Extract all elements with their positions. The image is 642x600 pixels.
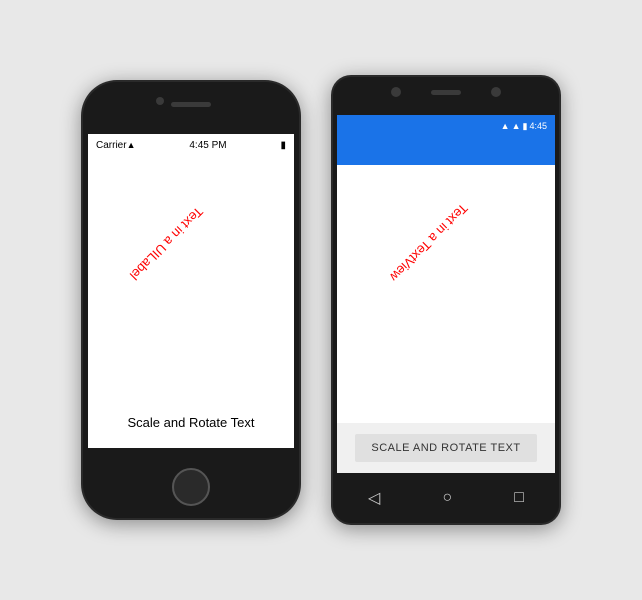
- android-time: 4:45: [529, 121, 547, 131]
- battery-indicator: ▮: [280, 140, 286, 151]
- android-button-area: SCALE AND ROTATE TEXT: [337, 423, 555, 473]
- android-top-area: [333, 87, 559, 97]
- android-content: Text in a TextView: [337, 165, 555, 423]
- ios-bottom-label: Scale and Rotate Text: [88, 415, 294, 430]
- android-rotated-text: Text in a TextView: [387, 201, 471, 285]
- android-screen: ▲ ▲ ▮ 4:45 Text in a TextView SCALE AND …: [337, 115, 555, 473]
- android-nav-bar: ◁ ○ □: [337, 473, 555, 523]
- android-speaker: [431, 90, 461, 95]
- scale-rotate-button[interactable]: SCALE AND ROTATE TEXT: [355, 434, 536, 462]
- battery-icon: ▮: [523, 121, 528, 132]
- iphone-device: Carrier ▲ 4:45 PM ▮ Text in a UILabel Sc…: [81, 80, 301, 520]
- iphone-screen: Text in a UILabel Scale and Rotate Text: [88, 156, 294, 448]
- recents-button[interactable]: □: [514, 489, 524, 507]
- android-status-bar: ▲ ▲ ▮ 4:45: [337, 115, 555, 137]
- back-button[interactable]: ◁: [368, 488, 380, 508]
- android-camera: [391, 87, 401, 97]
- android-action-bar: [337, 137, 555, 165]
- signal-icon: ▲: [512, 121, 521, 131]
- carrier-label: Carrier: [96, 140, 127, 151]
- ios-rotated-text: Text in a UILabel: [127, 204, 206, 283]
- wifi-icon: ▲: [501, 121, 510, 131]
- android-sensor: [491, 87, 501, 97]
- home-button[interactable]: ○: [442, 489, 452, 507]
- android-device: ▲ ▲ ▮ 4:45 Text in a TextView SCALE AND …: [331, 75, 561, 525]
- iphone-speaker: [171, 102, 211, 107]
- iphone-home-button[interactable]: [172, 468, 210, 506]
- iphone-status-bar: Carrier ▲ 4:45 PM ▮: [88, 134, 294, 156]
- android-status-icons: ▲ ▲ ▮ 4:45: [501, 121, 547, 132]
- iphone-time: 4:45 PM: [135, 140, 280, 151]
- iphone-camera: [156, 97, 164, 105]
